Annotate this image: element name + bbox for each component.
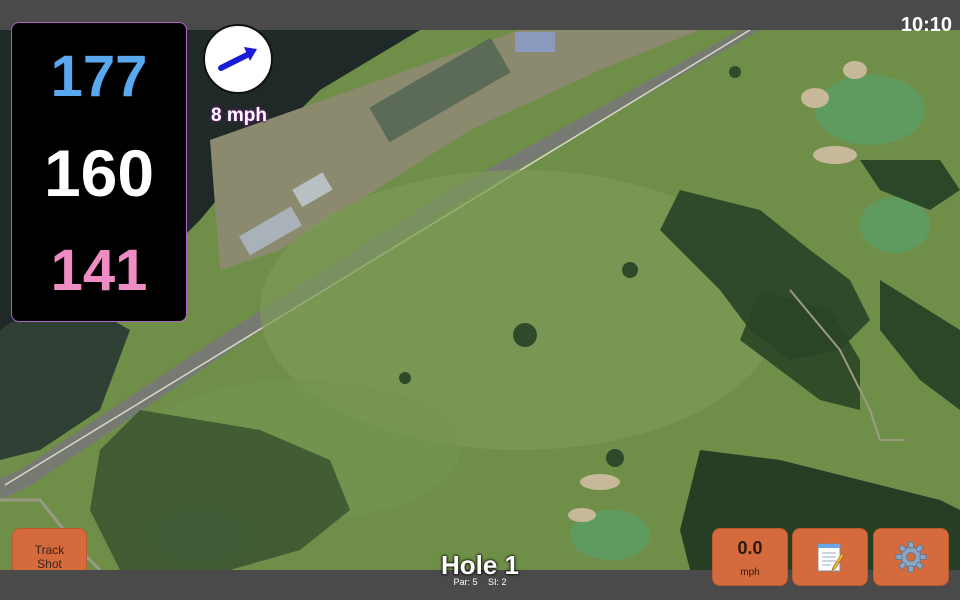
wind-indicator <box>203 24 273 94</box>
hole-stroke-index: SI: 2 <box>488 577 507 587</box>
wind-arrow-icon <box>218 47 257 71</box>
distance-panel: 177 160 141 <box>11 22 187 322</box>
wind-speed: 8 mph <box>211 105 267 126</box>
speed-button[interactable]: 0.0 mph <box>712 528 788 586</box>
front-distance: 141 <box>50 238 148 303</box>
hole-par: Par: 5 <box>453 577 478 587</box>
speed-value: 0.0 <box>737 538 763 558</box>
notes-button[interactable] <box>792 528 868 586</box>
gear-icon <box>895 541 927 573</box>
hole-info: Par: 5 SI: 2 <box>380 577 580 587</box>
speed-unit: mph <box>740 567 760 578</box>
settings-button[interactable] <box>873 528 949 586</box>
clock: 10:10 <box>900 14 952 36</box>
notepad-icon <box>817 543 845 572</box>
center-distance: 160 <box>43 136 155 210</box>
back-distance: 177 <box>50 44 148 109</box>
track-shot-label-line2: Shot <box>37 557 62 571</box>
track-shot-label-line1: Track <box>34 543 65 557</box>
